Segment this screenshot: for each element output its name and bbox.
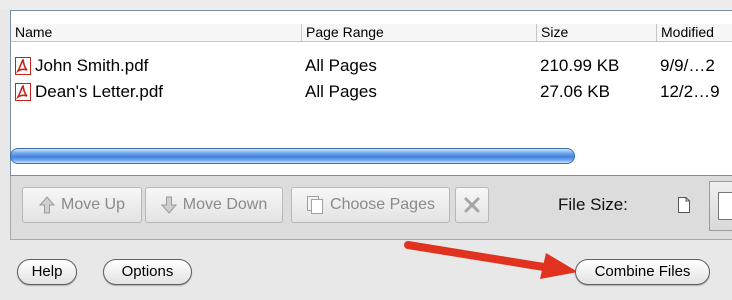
delete-button[interactable]	[455, 187, 489, 223]
file-size-label: File Size:	[558, 195, 628, 214]
combine-files-button[interactable]: Combine Files	[575, 259, 710, 285]
window-top-strip	[0, 0, 732, 10]
list-toolbar: Move Up Move Down Choose Pages File Size…	[10, 176, 732, 240]
table-row[interactable]: John Smith.pdf All Pages 210.99 KB 9/9/……	[11, 53, 732, 79]
pages-icon	[307, 196, 324, 214]
page-range-cell: All Pages	[305, 56, 377, 75]
options-button[interactable]: Options	[103, 259, 192, 285]
column-header-name[interactable]: Name	[11, 24, 301, 41]
size-cell: 210.99 KB	[540, 56, 620, 75]
close-x-icon	[464, 197, 480, 213]
file-name: John Smith.pdf	[35, 56, 149, 75]
modified-cell: 12/2…9	[660, 82, 720, 101]
large-document-page	[718, 192, 732, 220]
column-header-page-range[interactable]: Page Range	[301, 24, 536, 41]
large-document-icon[interactable]	[709, 181, 732, 231]
move-down-button[interactable]: Move Down	[145, 187, 283, 223]
file-name-cell: Dean's Letter.pdf	[15, 79, 295, 105]
move-down-label: Move Down	[182, 196, 268, 213]
move-up-button[interactable]: Move Up	[22, 187, 142, 223]
small-document-icon[interactable]	[676, 196, 692, 214]
pdf-file-icon	[15, 83, 31, 101]
choose-pages-label: Choose Pages	[330, 196, 435, 213]
arrow-down-icon	[160, 196, 177, 214]
column-header-bar: Name Page Range Size Modified	[11, 24, 732, 42]
choose-pages-button[interactable]: Choose Pages	[291, 187, 450, 223]
horizontal-scrollbar-track[interactable]	[575, 148, 722, 164]
file-name-cell: John Smith.pdf	[15, 53, 295, 79]
file-name: Dean's Letter.pdf	[35, 82, 163, 101]
column-header-modified[interactable]: Modified	[656, 24, 732, 41]
annotation-arrow	[404, 241, 578, 279]
table-row[interactable]: Dean's Letter.pdf All Pages 27.06 KB 12/…	[11, 79, 732, 105]
move-up-label: Move Up	[60, 196, 126, 213]
column-header-size[interactable]: Size	[536, 24, 656, 41]
size-cell: 27.06 KB	[540, 82, 610, 101]
page-range-cell: All Pages	[305, 82, 377, 101]
help-button[interactable]: Help	[17, 259, 77, 285]
arrow-up-icon	[38, 196, 55, 214]
pdf-file-icon	[15, 57, 31, 75]
horizontal-scrollbar-thumb[interactable]	[10, 148, 575, 164]
modified-cell: 9/9/…2	[660, 56, 715, 75]
